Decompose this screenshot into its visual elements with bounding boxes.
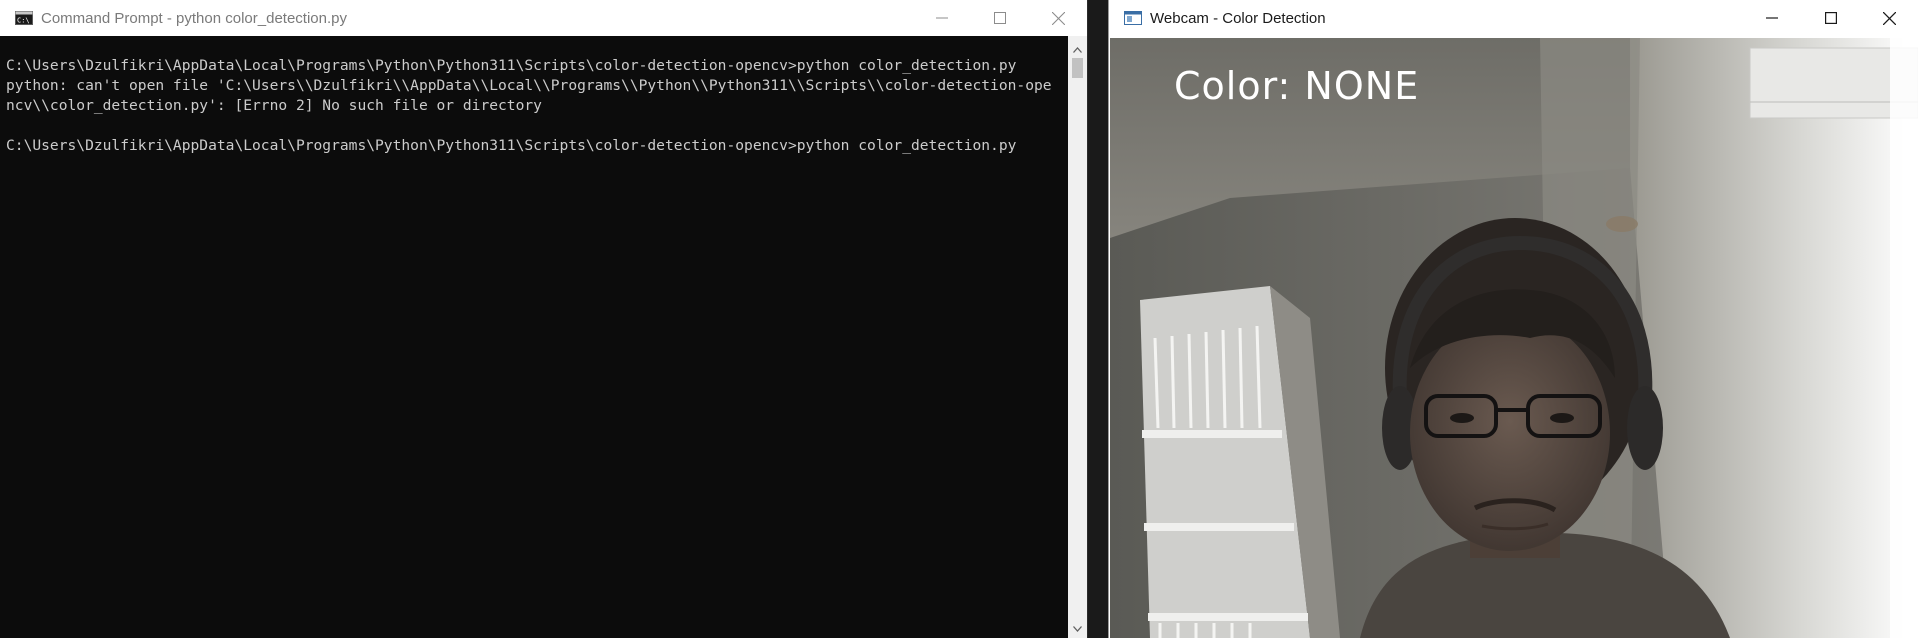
cmd-icon: C:\ (15, 11, 33, 25)
webcam-window-title: Webcam - Color Detection (1150, 9, 1326, 27)
webcam-window-controls (1742, 0, 1919, 36)
cmd-window-title: Command Prompt - python color_detection.… (41, 9, 347, 27)
window-gap (1088, 0, 1108, 638)
webcam-window[interactable]: Webcam - Color Detection Color: NONE (1108, 0, 1919, 638)
chevron-down-icon (1073, 625, 1082, 632)
maximize-icon (1824, 12, 1837, 24)
scroll-up-arrow[interactable] (1068, 40, 1087, 59)
close-icon (1883, 11, 1896, 25)
svg-text:C:\: C:\ (17, 17, 30, 25)
terminal-line: ncv\\color_detection.py': [Errno 2] No s… (6, 97, 542, 114)
webcam-close-button[interactable] (1860, 0, 1919, 36)
minimize-icon (1765, 17, 1778, 19)
scrollbar-thumb[interactable] (1072, 58, 1083, 78)
webcam-window-icon (1124, 11, 1142, 25)
detected-color-label: Color: NONE (1174, 64, 1420, 108)
cmd-window-controls (913, 0, 1087, 36)
cmd-minimize-button[interactable] (913, 0, 971, 36)
cmd-maximize-button[interactable] (971, 0, 1029, 36)
command-prompt-window[interactable]: C:\ Command Prompt - python color_detect… (0, 0, 1088, 638)
webcam-minimize-button[interactable] (1742, 0, 1801, 36)
terminal-line: python: can't open file 'C:\Users\\Dzulf… (6, 77, 1052, 94)
terminal-line: C:\Users\Dzulfikri\AppData\Local\Program… (6, 57, 1017, 74)
minimize-icon (936, 17, 948, 19)
maximize-icon (994, 12, 1006, 24)
scroll-down-arrow[interactable] (1068, 619, 1087, 638)
cmd-titlebar[interactable]: C:\ Command Prompt - python color_detect… (0, 0, 1087, 36)
terminal-line: C:\Users\Dzulfikri\AppData\Local\Program… (6, 137, 1017, 154)
webcam-scene (1110, 38, 1918, 638)
vertical-scrollbar[interactable] (1068, 36, 1087, 638)
terminal-output[interactable]: C:\Users\Dzulfikri\AppData\Local\Program… (0, 36, 1069, 638)
close-icon (1051, 11, 1065, 25)
webcam-maximize-button[interactable] (1801, 0, 1860, 36)
webcam-video-frame: Color: NONE (1110, 38, 1918, 638)
chevron-up-icon (1073, 46, 1082, 53)
cmd-close-button[interactable] (1029, 0, 1087, 36)
webcam-titlebar[interactable]: Webcam - Color Detection (1109, 0, 1919, 36)
